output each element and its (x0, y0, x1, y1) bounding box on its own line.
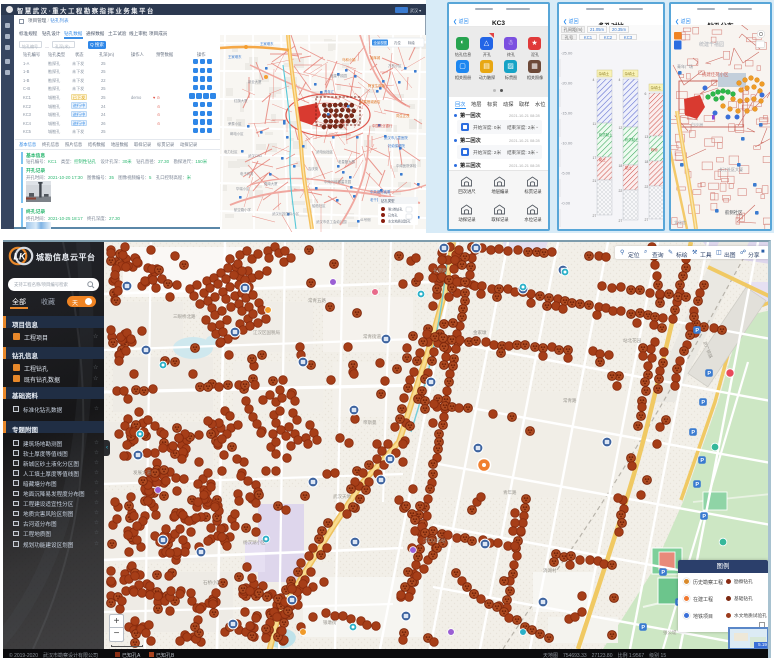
svg-text:乌和小镇: 乌和小镇 (342, 57, 356, 62)
svg-text:12: 12 (619, 126, 623, 130)
svg-text:船舶社区: 船舶社区 (312, 203, 326, 208)
svg-text:中国农业银行: 中国农业银行 (372, 123, 393, 128)
svg-text:张公堤: 张公堤 (663, 629, 677, 636)
svg-text:文化宫: 文化宫 (674, 219, 686, 225)
svg-text:6: 6 (645, 92, 647, 96)
svg-text:荣泰小区: 荣泰小区 (228, 121, 242, 126)
svg-text:27: 27 (619, 219, 623, 223)
svg-text:13: 13 (645, 135, 649, 139)
svg-text:22: 22 (619, 189, 623, 193)
svg-text:18: 18 (645, 160, 649, 164)
svg-text:武电仪社区: 武电仪社区 (316, 149, 334, 154)
svg-text:黏土: 黏土 (625, 165, 632, 170)
svg-text:燕南大厦: 燕南大厦 (264, 181, 278, 186)
svg-text:第1类钻孔: 第1类钻孔 (388, 207, 403, 212)
svg-text:22: 22 (645, 185, 649, 189)
svg-text:青年汇: 青年汇 (324, 89, 335, 94)
svg-text:杂填土: 杂填土 (651, 85, 662, 90)
svg-text:长港路: 长港路 (433, 267, 447, 274)
svg-text:江汉区国税局: 江汉区国税局 (253, 329, 280, 336)
svg-text:-10.00: -10.00 (561, 141, 573, 146)
svg-text:青年广场: 青年广场 (677, 63, 693, 69)
svg-text:吉庆街: 吉庆街 (308, 166, 319, 171)
svg-text:华瑞小区: 华瑞小区 (236, 186, 250, 191)
svg-text:-0.00: -0.00 (561, 201, 571, 206)
svg-text:长江社区大厦: 长江社区大厦 (719, 166, 743, 172)
svg-text:妇幼保健院: 妇幼保健院 (388, 143, 406, 148)
svg-text:武汉市总工会幼儿园: 武汉市总工会幼儿园 (316, 219, 347, 224)
svg-text:老皇陂大厦: 老皇陂大厦 (338, 159, 356, 164)
svg-text:电力社区: 电力社区 (224, 149, 238, 154)
svg-text:孔位: 孔位 (394, 40, 401, 45)
svg-text:钻孔类型: 钻孔类型 (381, 198, 395, 203)
svg-text:统建栖澜酒店: 统建栖澜酒店 (360, 99, 381, 104)
svg-text:武汉CBD: 武汉CBD (248, 153, 262, 158)
svg-text:旭辉城: 旭辉城 (370, 55, 381, 60)
svg-text:-20.00: -20.00 (561, 81, 573, 86)
svg-text:青年路: 青年路 (503, 489, 517, 496)
svg-text:石桥小区: 石桥小区 (203, 579, 221, 586)
svg-text:统建千禧园: 统建千禧园 (699, 41, 724, 48)
svg-text:电子商务: 电子商务 (240, 171, 254, 176)
svg-text:发展大道: 发展大道 (133, 469, 151, 476)
svg-text:常青街道: 常青街道 (363, 333, 381, 340)
svg-text:已完孔: 已完孔 (388, 213, 398, 218)
svg-text:中南医院体检: 中南医院体检 (396, 163, 417, 168)
svg-text:武汉市儿童医院: 武汉市儿童医院 (384, 135, 408, 140)
svg-text:王家墩东: 王家墩东 (228, 54, 242, 59)
svg-text:白沙洲: 白沙洲 (691, 121, 703, 127)
svg-text:航侧社区: 航侧社区 (725, 209, 743, 216)
svg-text:常青五路: 常青五路 (308, 297, 326, 304)
svg-text:金家墩: 金家墩 (473, 329, 487, 336)
svg-text:4: 4 (619, 78, 621, 82)
svg-text:4: 4 (593, 78, 595, 82)
svg-text:-15.00: -15.00 (561, 111, 573, 116)
svg-text:统建佳苑小区: 统建佳苑小区 (702, 71, 729, 78)
svg-text:航空路小学: 航空路小学 (234, 207, 252, 212)
svg-text:-5.00: -5.00 (561, 171, 571, 176)
svg-text:站北花园: 站北花园 (623, 337, 641, 344)
svg-text:17: 17 (593, 156, 597, 160)
svg-text:11: 11 (593, 122, 597, 126)
svg-text:LK: LK (14, 252, 27, 262)
svg-text:新业大厦: 新业大厦 (248, 79, 262, 84)
svg-text:帝斯曼: 帝斯曼 (363, 419, 377, 426)
svg-text:王家墩东: 王家墩东 (260, 41, 274, 46)
svg-text:邮电小区: 邮电小区 (230, 131, 244, 136)
svg-text:万松小区: 万松小区 (388, 63, 402, 68)
svg-text:21: 21 (593, 179, 597, 183)
svg-text:粉质黏土: 粉质黏土 (599, 132, 613, 137)
svg-text:粉质黏土: 粉质黏土 (625, 137, 639, 142)
svg-text:常青路: 常青路 (563, 397, 577, 404)
svg-text:黏土: 黏土 (599, 157, 606, 162)
svg-text:同生正茂: 同生正茂 (396, 113, 410, 118)
svg-text:武汉天地: 武汉天地 (333, 493, 351, 500)
svg-text:中共湖北省委: 中共湖北省委 (370, 189, 391, 194)
svg-text:杂填土: 杂填土 (625, 71, 636, 76)
svg-text:汉口火车站: 汉口火车站 (423, 537, 446, 544)
svg-text:18: 18 (619, 164, 623, 168)
svg-text:统建千禧园: 统建千禧园 (330, 73, 348, 78)
svg-text:41号侧: 41号侧 (360, 217, 371, 222)
svg-text:淌湖村: 淌湖村 (543, 567, 557, 574)
svg-text:杂填土: 杂填土 (599, 71, 610, 76)
svg-text:红旗大厦: 红旗大厦 (234, 98, 248, 103)
svg-text:全景视图: 全景视图 (374, 40, 388, 45)
svg-text:27: 27 (645, 218, 649, 222)
svg-text:中南万科御玺花园: 中南万科御玺花园 (324, 179, 352, 184)
svg-text:标绘: 标绘 (408, 40, 415, 45)
svg-text:-25.00: -25.00 (561, 51, 573, 56)
svg-text:阿宝生煎馆: 阿宝生煎馆 (368, 83, 386, 88)
svg-text:27: 27 (593, 214, 597, 218)
svg-text:粉砂: 粉砂 (651, 147, 658, 152)
svg-text:银墩街: 银墩街 (323, 619, 337, 626)
svg-text:杨汊湖小区: 杨汊湖小区 (243, 539, 266, 546)
svg-text:三眼桥北路: 三眼桥北路 (173, 313, 196, 320)
svg-text:武汉长投国际小区: 武汉长投国际小区 (272, 211, 300, 216)
